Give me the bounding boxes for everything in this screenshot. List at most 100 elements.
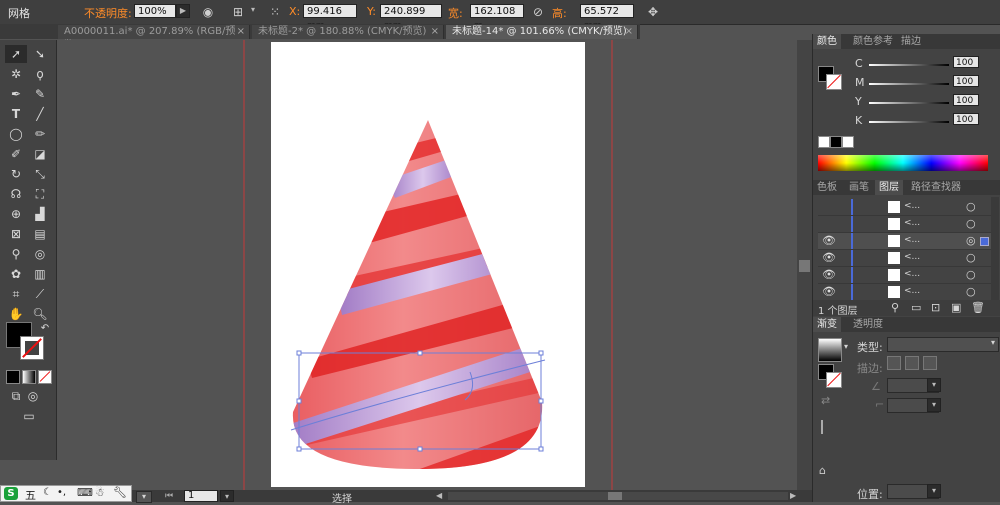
reverse-gradient-icon[interactable]: ⇄ — [821, 394, 830, 407]
canvas-area[interactable] — [57, 40, 797, 490]
channel-c-slider[interactable] — [869, 64, 949, 66]
line-tool-icon[interactable]: ╱ — [29, 105, 51, 123]
hand-tool-icon[interactable]: ✋ — [5, 305, 27, 323]
color-mode-icon[interactable] — [6, 370, 20, 384]
layers-scrollbar[interactable] — [991, 197, 999, 301]
stroke-across-icon[interactable] — [923, 356, 937, 370]
stroke-swatch[interactable] — [20, 336, 44, 360]
new-layer-icon[interactable]: ▣ — [951, 301, 961, 314]
layer-row[interactable]: <... ○ — [818, 199, 994, 216]
tab-swatches[interactable]: 色板 — [813, 180, 841, 195]
tab-layers[interactable]: 图层 — [875, 180, 903, 195]
punctuation-icon[interactable]: •, — [57, 487, 66, 498]
black-swatch[interactable] — [830, 136, 842, 148]
scroll-right-icon[interactable]: ▶ — [790, 492, 800, 500]
tab-document-3[interactable]: 未标题-14* @ 101.66% (CMYK/预览) × — [446, 25, 638, 39]
width-field[interactable]: 162.108 m — [470, 4, 524, 31]
ime-logo[interactable]: S — [4, 487, 18, 500]
aspect-dropdown[interactable]: ▾ — [927, 398, 941, 412]
tab-document-1[interactable]: A0000011.ai* @ 207.89% (RGB/预览)× — [58, 25, 250, 51]
tab-brushes[interactable]: 画笔 — [845, 180, 873, 195]
eyedropper-tool-icon[interactable]: ⚲ — [5, 245, 27, 263]
channel-k-slider[interactable] — [869, 121, 949, 123]
clipping-mask-icon[interactable]: ▭ — [911, 301, 921, 314]
vertical-scrollbar[interactable] — [797, 40, 812, 490]
tab-gradient[interactable]: 渐变 — [813, 317, 841, 332]
gradient-preview-dropdown-icon[interactable]: ▾ — [844, 342, 848, 351]
none-swatch[interactable] — [818, 136, 830, 148]
channel-m-slider[interactable] — [869, 83, 949, 85]
channel-m-field[interactable]: 100 — [953, 75, 979, 87]
x-field[interactable]: 99.416 mm — [303, 4, 357, 31]
layer-name[interactable]: <... — [904, 201, 920, 211]
shape-builder-tool-icon[interactable]: ⊕ — [5, 205, 27, 223]
scale-tool-icon[interactable]: ⤡ — [29, 165, 51, 183]
color-spectrum[interactable] — [818, 155, 988, 171]
layer-name[interactable]: <... — [904, 269, 920, 279]
layer-row[interactable]: 👁︎ <... ○ — [818, 284, 994, 301]
layer-name[interactable]: <... — [904, 218, 920, 228]
rotate-tool-icon[interactable]: ↻ — [5, 165, 27, 183]
symbol-sprayer-tool-icon[interactable]: ✿ — [5, 265, 27, 283]
swap-fill-stroke-icon[interactable]: ↶ — [34, 320, 56, 338]
close-icon[interactable]: × — [237, 25, 245, 39]
stroke-within-icon[interactable] — [887, 356, 901, 370]
angle-dropdown[interactable]: ▾ — [927, 378, 941, 392]
zoom-dropdown[interactable]: ▾ — [136, 491, 152, 503]
scroll-left-icon[interactable]: ◀ — [436, 492, 446, 500]
pen-tool-icon[interactable]: ✒ — [5, 85, 27, 103]
gradient-tool-icon[interactable]: ▤ — [29, 225, 51, 243]
artboard-dropdown[interactable]: ▾ — [220, 490, 234, 502]
horizontal-scrollbar[interactable] — [448, 492, 788, 500]
ellipse-tool-icon[interactable]: ◯ — [5, 125, 27, 143]
lasso-tool-icon[interactable]: ϙ — [29, 65, 51, 83]
position-dropdown[interactable]: ▾ — [927, 484, 941, 498]
layer-row[interactable]: 👁︎ <... ○ — [818, 250, 994, 267]
channel-y-field[interactable]: 100 — [953, 94, 979, 106]
gradient-preview[interactable] — [818, 338, 842, 362]
layer-name[interactable]: <... — [904, 286, 920, 296]
scroll-thumb[interactable] — [799, 260, 810, 272]
slice-tool-icon[interactable]: ⟋ — [29, 285, 51, 303]
tab-document-2[interactable]: 未标题-2* @ 180.88% (CMYK/预览) × — [252, 25, 444, 39]
magic-wand-tool-icon[interactable]: ✲ — [5, 65, 27, 83]
visibility-icon[interactable]: 👁︎ — [822, 251, 836, 264]
close-icon[interactable]: × — [625, 25, 633, 39]
screen-mode-icon[interactable]: ▭ — [18, 407, 40, 425]
layer-row[interactable]: <... ○ — [818, 216, 994, 233]
gradient-stroke-swatch[interactable] — [826, 372, 842, 388]
layer-row[interactable]: 👁︎ <... ○ — [818, 267, 994, 284]
moon-icon[interactable]: ☾ — [43, 487, 52, 498]
recolor-icon[interactable]: ◉ — [200, 4, 216, 20]
align-icon[interactable]: ⊞ — [230, 4, 246, 20]
tab-pathfinder[interactable]: 路径查找器 — [907, 180, 965, 195]
pencil-tool-icon[interactable]: ✐ — [5, 145, 27, 163]
opacity-dropdown[interactable]: ▶ — [176, 4, 190, 18]
new-sublayer-icon[interactable]: ⊡ — [931, 301, 940, 314]
artboard-tool-icon[interactable]: ⌗ — [5, 285, 27, 303]
column-graph-tool-icon[interactable]: ▥ — [29, 265, 51, 283]
visibility-icon[interactable]: 👁︎ — [822, 285, 836, 298]
reference-point-icon[interactable]: ⁙ — [267, 4, 283, 20]
skin-icon[interactable]: ☃ — [95, 486, 105, 499]
ime-mode[interactable]: 五 — [25, 487, 36, 503]
none-mode-icon[interactable] — [38, 370, 52, 384]
tab-color[interactable]: 颜色 — [813, 34, 841, 49]
close-icon[interactable]: × — [431, 25, 439, 39]
gradient-mode-icon[interactable] — [22, 370, 36, 384]
keyboard-icon[interactable]: ⌨ — [77, 486, 93, 499]
opacity-field[interactable]: 100% — [134, 4, 176, 18]
target-icon[interactable]: ◎ — [966, 234, 976, 247]
free-transform-tool-icon[interactable]: ⛶ — [29, 185, 51, 203]
layer-name[interactable]: <... — [904, 252, 920, 262]
height-field[interactable]: 65.572 mm — [580, 4, 634, 31]
color-stroke-swatch[interactable] — [826, 74, 842, 90]
target-icon[interactable]: ○ — [966, 251, 976, 264]
gradient-slider-stop[interactable] — [821, 420, 823, 434]
layer-name[interactable]: <... — [904, 235, 920, 245]
tab-transparency[interactable]: 透明度 — [849, 317, 887, 332]
type-tool-icon[interactable]: T — [5, 105, 27, 123]
selection-tool-icon[interactable]: ➚ — [5, 45, 27, 63]
transform-icon[interactable]: ✥ — [645, 4, 661, 20]
direct-selection-tool-icon[interactable]: ➘ — [29, 45, 51, 63]
